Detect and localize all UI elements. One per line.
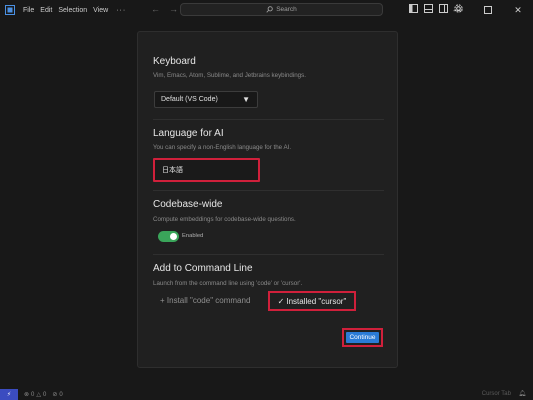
cursor-tab-status[interactable]: Cursor Tab [482,391,511,397]
window-controls: — ✕ [443,0,533,20]
language-title: Language for AI [153,128,224,139]
ports-count: 0 [59,391,63,398]
language-value: 日本語 [162,167,183,174]
keybindings-dropdown[interactable]: Default (VS Code) ▼ [154,91,258,108]
toggle-label: Enabled [182,233,204,239]
divider [153,190,384,191]
status-bar: ⚡ ⊗ 0 △ 0 ⊘ 0 Cursor Tab 🔔︎ [0,389,533,400]
problems-status[interactable]: ⊗ 0 △ 0 [24,391,47,399]
check-icon: ✓ [277,296,285,306]
installed-cursor-button[interactable]: ✓ Installed "cursor" [268,291,356,311]
search-placeholder: Search [276,6,297,13]
command-line-title: Add to Command Line [153,263,253,274]
installed-cursor-label: Installed "cursor" [286,296,347,306]
warning-icon: △ [36,392,41,398]
menu-edit[interactable]: Edit [40,7,52,14]
title-bar: File Edit Selection View ··· ← → Search … [0,0,533,20]
navigation-arrows: ← → [151,4,178,14]
continue-label: Continue [349,334,376,341]
search-icon [266,6,273,13]
ports-icon: ⊘ [52,392,58,398]
menu-file[interactable]: File [23,7,34,14]
install-code-button[interactable]: + Install "code" command [160,296,250,305]
menu-selection[interactable]: Selection [58,7,87,14]
continue-highlight: Continue [342,328,383,347]
close-icon[interactable]: ✕ [503,0,533,20]
keyboard-description: Vim, Emacs, Atom, Sublime, and Jetbrains… [153,72,306,79]
toggle-knob [170,233,177,240]
codebase-title: Codebase-wide [153,199,223,210]
remote-indicator-icon[interactable]: ⚡ [0,389,18,400]
back-arrow-icon[interactable]: ← [151,4,160,14]
error-count: 0 [31,391,35,398]
more-menu-button[interactable]: ··· [116,7,126,14]
onboarding-dialog: Keyboard Vim, Emacs, Atom, Sublime, and … [137,31,398,368]
codebase-description: Compute embeddings for codebase-wide que… [153,216,296,223]
language-description: You can specify a non-English language f… [153,144,292,151]
codebase-toggle[interactable] [158,231,179,242]
ports-status[interactable]: ⊘ 0 [52,391,63,399]
command-line-description: Launch from the command line using 'code… [153,280,303,287]
continue-button[interactable]: Continue [346,332,379,343]
divider [153,254,384,255]
maximize-icon[interactable] [473,0,503,20]
search-input[interactable]: Search [180,3,383,16]
toggle-sidebar-icon[interactable] [409,4,418,13]
keyboard-title: Keyboard [153,56,196,67]
keybindings-selected: Default (VS Code) [161,96,218,103]
bell-icon[interactable]: 🔔︎ [518,390,526,397]
app-logo-icon [5,5,15,15]
chevron-down-icon: ▼ [242,95,250,104]
toggle-panel-icon[interactable] [424,4,433,13]
divider [153,119,384,120]
forward-arrow-icon[interactable]: → [169,4,178,14]
error-icon: ⊗ [24,392,30,398]
menu-view[interactable]: View [93,7,108,14]
minimize-icon[interactable]: — [443,0,473,20]
warning-count: 0 [43,391,47,398]
language-input[interactable]: 日本語 [153,158,260,182]
